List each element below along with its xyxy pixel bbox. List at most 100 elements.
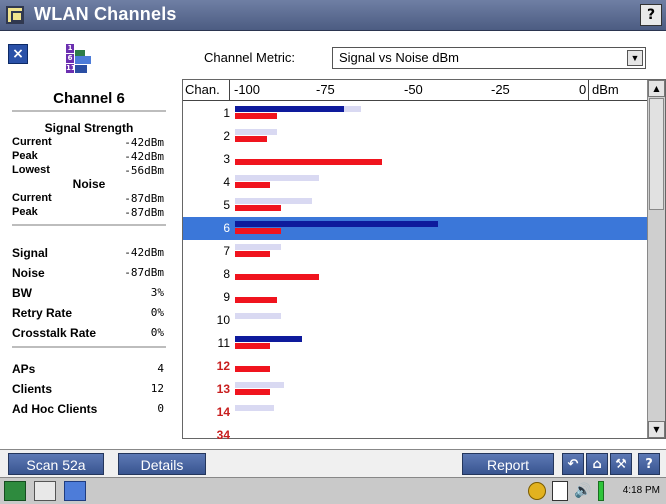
channel-row[interactable]: 1: [183, 102, 648, 125]
stat-noise-row: Noise -87dBm: [12, 266, 164, 280]
channel-number: 6: [223, 221, 230, 235]
wlan-channels-logo-icon: 1 6 11: [66, 44, 92, 78]
channel-row[interactable]: 12: [183, 355, 648, 378]
channel-number: 14: [216, 405, 230, 419]
channel-number: 1: [223, 106, 230, 120]
channel-number: 9: [223, 290, 230, 304]
channel-number: 4: [223, 175, 230, 189]
scroll-down-icon[interactable]: ▼: [648, 421, 665, 438]
app-window-icon[interactable]: [64, 481, 86, 501]
start-menu-icon[interactable]: [4, 481, 26, 501]
noise-bar: [235, 182, 270, 188]
bottom-toolbar: Scan 52a Details Report ↶ ⌂ ⚒ ?: [0, 449, 666, 477]
taskbar: 🔊 4:18 PM: [0, 477, 666, 504]
keyboard-icon[interactable]: [34, 481, 56, 501]
noise-peak-row: Peak -87dBm: [12, 206, 164, 219]
channel-row[interactable]: 2: [183, 125, 648, 148]
chan-column-header: Chan.: [185, 82, 220, 97]
signal-peak-bar: [235, 405, 274, 411]
channel-row[interactable]: 10: [183, 309, 648, 332]
noise-bar: [235, 228, 281, 234]
noise-bar: [235, 343, 270, 349]
channel-row[interactable]: 13: [183, 378, 648, 401]
channel-row[interactable]: 34: [183, 424, 648, 440]
undo-icon[interactable]: ↶: [562, 453, 584, 475]
stat-crosstalk-rate-row: Crosstalk Rate 0%: [12, 326, 164, 340]
home-icon[interactable]: ⌂: [586, 453, 608, 475]
axis-tick-label: -100: [234, 82, 261, 97]
scroll-up-icon[interactable]: ▲: [648, 80, 665, 97]
logo-digit-6: 6: [66, 54, 74, 63]
close-button[interactable]: ×: [8, 44, 28, 64]
noise-bar: [235, 389, 270, 395]
channel-number: 2: [223, 129, 230, 143]
scan-button[interactable]: Scan 52a: [8, 453, 104, 475]
channel-number: 8: [223, 267, 230, 281]
divider: [12, 346, 166, 348]
divider: [12, 110, 166, 112]
channel-number: 12: [216, 359, 230, 373]
channel-number: 13: [216, 382, 230, 396]
channel-row[interactable]: 14: [183, 401, 648, 424]
chart-header: Chan. -100 -75 -50 -25 0 dBm: [183, 80, 648, 101]
channel-row[interactable]: 3: [183, 148, 648, 171]
channel-row[interactable]: 9: [183, 286, 648, 309]
noise-header: Noise: [72, 177, 106, 191]
channel-metric-select[interactable]: Signal vs Noise dBm ▼: [332, 47, 646, 69]
signal-peak-bar: [235, 382, 284, 388]
channel-row[interactable]: 7: [183, 240, 648, 263]
noise-bar: [235, 159, 382, 165]
channel-number: 3: [223, 152, 230, 166]
channel-metric-label: Channel Metric:: [204, 50, 296, 65]
channel-number: 34: [216, 428, 230, 440]
channel-metric-value: Signal vs Noise dBm: [339, 50, 459, 65]
signal-peak-bar: [235, 175, 319, 181]
noise-current-row: Current -87dBm: [12, 192, 164, 205]
stat-signal-row: Signal -42dBm: [12, 246, 164, 260]
noise-bar: [235, 274, 319, 280]
noise-bar: [235, 136, 267, 142]
chevron-down-icon[interactable]: ▼: [627, 50, 643, 66]
logo-digit-11: 11: [66, 64, 76, 73]
help-icon[interactable]: ?: [638, 453, 660, 475]
signal-peak-row: Peak -42dBm: [12, 150, 164, 163]
channel-title: Channel 6: [53, 90, 125, 107]
help-button[interactable]: ?: [640, 4, 662, 26]
channel-row[interactable]: 5: [183, 194, 648, 217]
noise-bar: [235, 251, 270, 257]
channel-row[interactable]: 11: [183, 332, 648, 355]
channel-row[interactable]: 4: [183, 171, 648, 194]
signal-bar: [235, 106, 344, 112]
axis-tick-label: -25: [491, 82, 510, 97]
noise-bar: [235, 113, 277, 119]
aps-row: APs 4: [12, 362, 164, 376]
chart-scrollbar[interactable]: ▲ ▼: [647, 80, 665, 438]
signal-peak-bar: [235, 313, 281, 319]
signal-peak-bar: [235, 244, 281, 250]
report-button[interactable]: Report: [462, 453, 554, 475]
network-icon[interactable]: [528, 482, 546, 500]
axis-tick-label: 0: [579, 82, 587, 97]
chart-rows[interactable]: 12345678910111213143436: [183, 102, 648, 440]
logo-digit-1: 1: [66, 44, 74, 53]
clients-row: Clients 12: [12, 382, 164, 396]
signal-bar: [235, 221, 438, 227]
noise-bar: [235, 297, 277, 303]
battery-icon: [598, 481, 604, 501]
window-menu-icon[interactable]: [6, 6, 24, 24]
channel-row[interactable]: 6: [183, 217, 648, 240]
title-bar: WLAN Channels ?: [0, 0, 666, 31]
scroll-thumb[interactable]: [649, 98, 664, 210]
signal-bar: [235, 336, 302, 342]
details-button[interactable]: Details: [118, 453, 206, 475]
signal-peak-bar: [235, 129, 277, 135]
speaker-icon[interactable]: 🔊: [574, 481, 594, 501]
channel-number: 5: [223, 198, 230, 212]
tools-icon[interactable]: ⚒: [610, 453, 632, 475]
channel-number: 10: [216, 313, 230, 327]
clipboard-icon[interactable]: [552, 481, 568, 501]
signal-current-row: Current -42dBm: [12, 136, 164, 149]
channel-row[interactable]: 8: [183, 263, 648, 286]
axis-unit-label: dBm: [592, 82, 619, 97]
divider: [12, 224, 166, 226]
